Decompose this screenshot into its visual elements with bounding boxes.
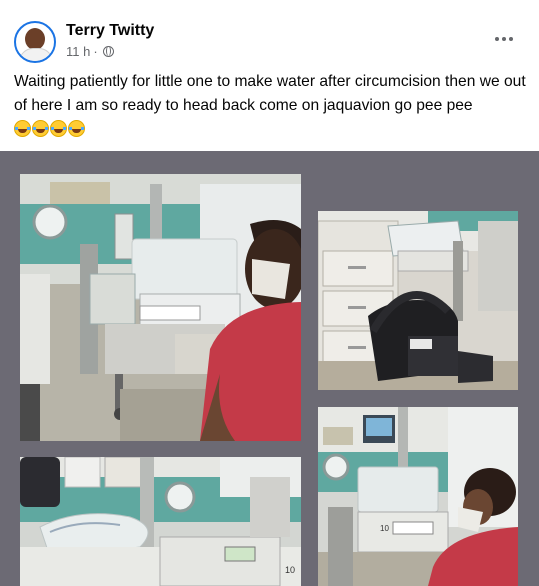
post-meta: 11 h · [66,44,114,59]
avatar-shirt [19,48,53,61]
globe-icon[interactable] [102,46,114,57]
post-time[interactable]: 11 h [66,44,90,59]
incubator-label-3: 10 [285,565,295,575]
photo-1[interactable]: 10 [20,174,301,441]
laughing-emoji-icon [50,120,67,137]
more-options-button[interactable] [486,26,522,52]
photo-grid: 10 10 [0,151,539,586]
incubator-woman-photo: 10 [318,407,518,586]
laughing-emoji-icon [68,120,85,137]
author-avatar[interactable] [14,21,56,63]
incubator-label-4: 10 [380,524,389,533]
photo-4[interactable]: 10 [318,407,518,586]
laughing-emoji-icon [14,120,31,137]
meta-separator: · [93,44,98,59]
hospital-room-photo: 10 [20,174,301,441]
post-body: Waiting patiently for little one to make… [14,70,529,142]
photo-3[interactable]: 10 [20,457,301,586]
car-seat-photo [318,211,518,390]
avatar-face [25,28,45,50]
laughing-emoji-icon [32,120,49,137]
post-header: Terry Twitty 11 h · [0,0,539,66]
post-text: Waiting patiently for little one to make… [14,73,526,114]
incubator-photo: 10 [20,457,301,586]
photo-2[interactable] [318,211,518,390]
more-options-icon [495,37,499,41]
emoji-row [14,120,85,137]
author-name[interactable]: Terry Twitty [66,22,154,40]
